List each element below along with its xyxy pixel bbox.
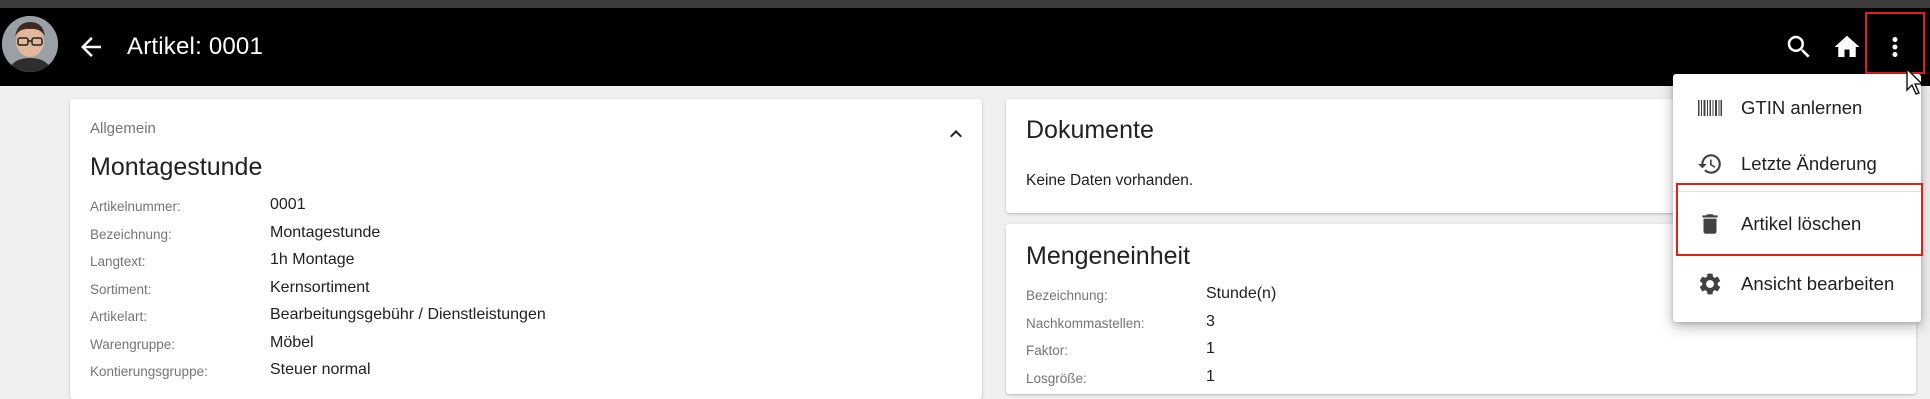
detail-value: Möbel	[270, 333, 314, 351]
window-top-strip	[0, 0, 1930, 8]
detail-label: Artikelart:	[90, 309, 148, 324]
detail-value: 0001	[270, 196, 306, 213]
detail-label: Kontierungsgruppe:	[90, 364, 208, 379]
detail-label: Nachkommastellen:	[1026, 315, 1145, 331]
menu-item-label: Letzte Änderung	[1741, 153, 1877, 174]
documents-title: Dokumente	[1026, 116, 1154, 144]
detail-row: Sortiment: Kernsortiment	[90, 278, 950, 306]
home-icon[interactable]	[1832, 32, 1862, 62]
article-heading: Montagestunde	[90, 153, 263, 181]
detail-label: Langtext:	[90, 254, 146, 269]
unit-details: Bezeichnung: Stunde(n) Nachkommastellen: 3…	[1026, 284, 1726, 394]
history-icon	[1697, 151, 1723, 177]
detail-value: Kernsortiment	[270, 278, 370, 296]
highlight-box-delete-item	[1676, 183, 1923, 256]
detail-label: Sortiment:	[90, 281, 152, 297]
chevron-up-icon[interactable]	[944, 122, 968, 146]
detail-value: 1h Montage	[270, 251, 355, 268]
detail-row: Warengruppe: Möbel	[90, 333, 950, 361]
detail-label: Warengruppe:	[90, 336, 176, 352]
general-details: Artikelnummer: 0001 Bezeichnung: Montagest…	[90, 195, 950, 388]
detail-row: Artikelart: Bearbeitungsgebühr / Dienstle…	[90, 305, 950, 333]
menu-item-label: Ansicht bearbeiten	[1741, 273, 1895, 294]
detail-label: Artikelnummer:	[90, 199, 181, 214]
unit-title: Mengeneinheit	[1026, 242, 1191, 270]
search-icon[interactable]	[1784, 32, 1814, 62]
detail-value: Bearbeitungsgebühr / Dienstleistungen	[270, 306, 546, 323]
detail-value: 3	[1206, 312, 1215, 330]
detail-value: 1	[1206, 367, 1215, 385]
detail-row: Bezeichnung: Montagestunde	[90, 223, 950, 251]
detail-row: Nachkommastellen: 3	[1026, 312, 1726, 340]
detail-row: Langtext: 1h Montage	[90, 250, 950, 278]
arrow-back-icon[interactable]	[76, 32, 106, 62]
detail-label: Faktor:	[1026, 343, 1069, 358]
detail-label: Bezeichnung:	[90, 226, 172, 242]
mouse-cursor-icon	[1906, 67, 1926, 96]
menu-item-label: GTIN anlernen	[1741, 97, 1863, 118]
detail-row: Faktor: 1	[1026, 339, 1726, 367]
detail-value: Steuer normal	[270, 361, 371, 378]
menu-item-ansicht-bearbeiten[interactable]: Ansicht bearbeiten	[1673, 254, 1921, 312]
detail-row: Losgröße: 1	[1026, 367, 1726, 395]
barcode-icon	[1697, 95, 1723, 121]
detail-value: Stunde(n)	[1206, 285, 1277, 302]
documents-empty-text: Keine Daten vorhanden.	[1026, 172, 1194, 189]
detail-row: Artikelnummer: 0001	[90, 195, 950, 223]
detail-label: Losgröße:	[1026, 370, 1087, 386]
highlight-box-more-button	[1865, 12, 1925, 74]
general-card: Allgemein Montagestunde Artikelnummer: 00…	[70, 99, 982, 399]
section-label: Allgemein	[90, 120, 156, 137]
detail-value: 1	[1206, 340, 1215, 357]
detail-row: Kontierungsgruppe: Steuer normal	[90, 360, 950, 388]
settings-icon	[1697, 271, 1723, 297]
app-bar: Artikel: 0001	[0, 8, 1930, 86]
page-title: Artikel: 0001	[127, 33, 264, 60]
avatar[interactable]	[2, 16, 58, 72]
detail-value: Montagestunde	[270, 223, 381, 241]
detail-label: Bezeichnung:	[1026, 288, 1108, 303]
menu-item-gtin-anlernen[interactable]: GTIN anlernen	[1673, 78, 1921, 136]
detail-row: Bezeichnung: Stunde(n)	[1026, 284, 1726, 312]
